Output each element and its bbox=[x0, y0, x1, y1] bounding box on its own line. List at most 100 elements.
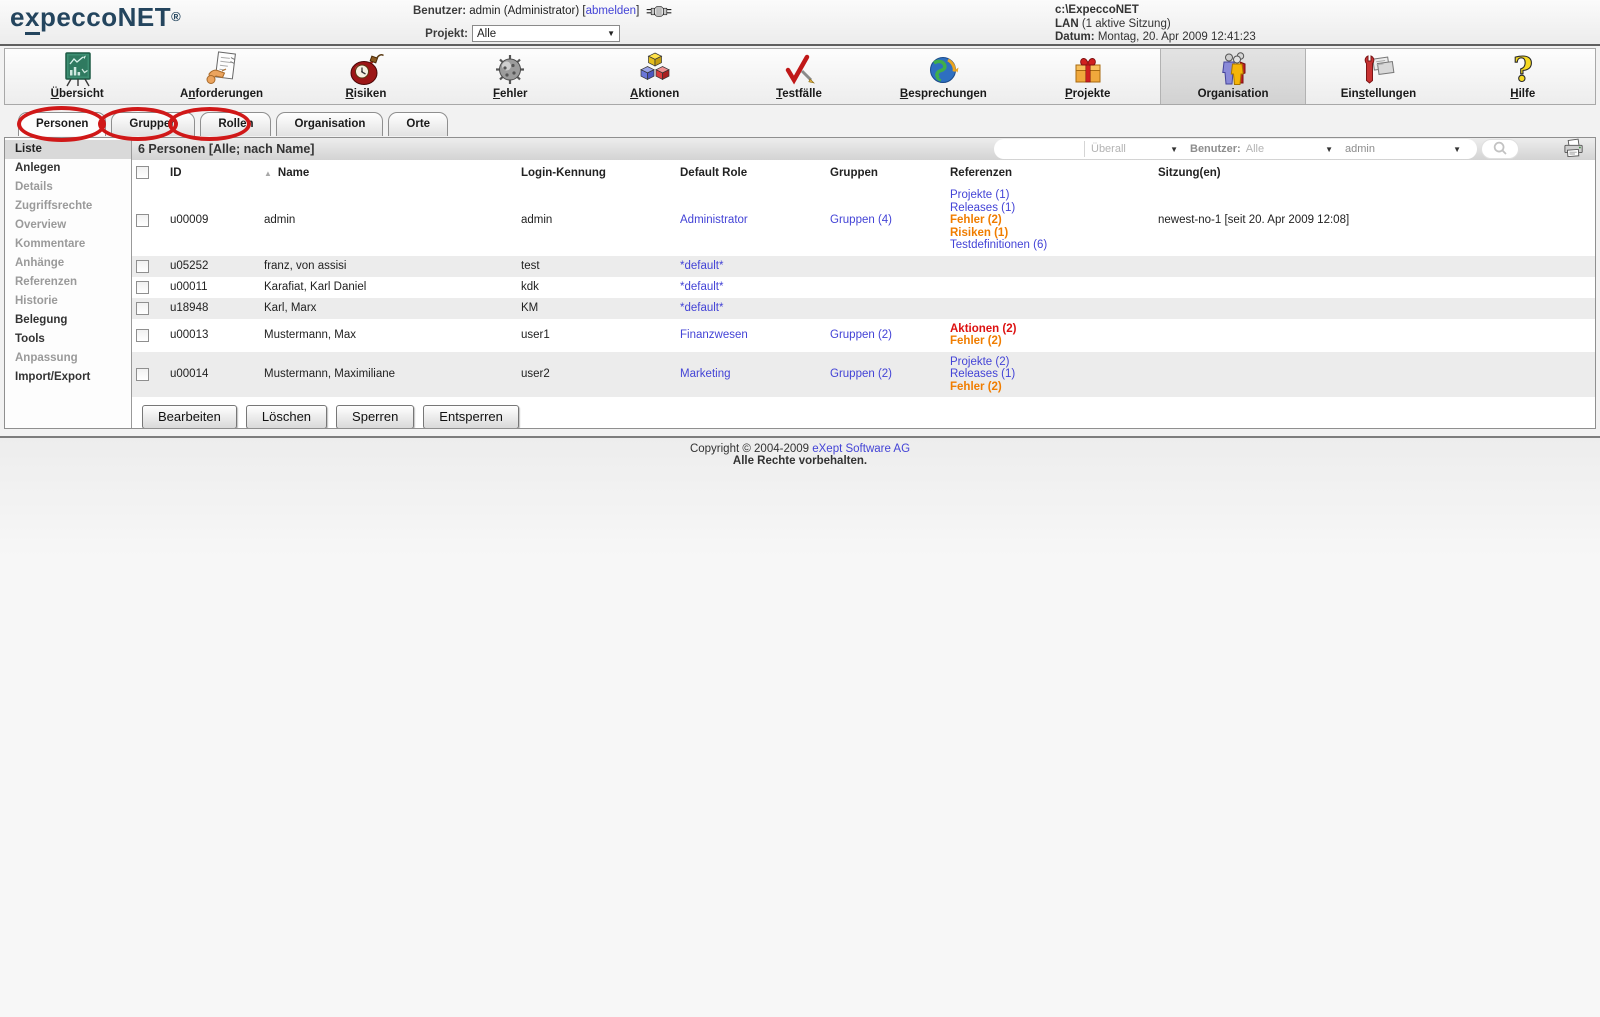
toolbar-item-ubersicht[interactable]: Übersicht bbox=[5, 49, 149, 104]
toolbar-item-label: Anforderungen bbox=[180, 88, 263, 100]
toolbar-item-label: Organisation bbox=[1198, 88, 1269, 100]
default-role-link[interactable]: Marketing bbox=[680, 368, 731, 380]
search-pill: Überall ▼ Benutzer: Alle ▼ admin ▼ bbox=[994, 139, 1477, 159]
sidebar-item-overview: Overview bbox=[5, 216, 131, 235]
reference-link[interactable]: Aktionen (2) bbox=[950, 323, 1150, 336]
cell-name: Mustermann, Maximiliane bbox=[260, 352, 517, 398]
default-role-link[interactable]: *default* bbox=[680, 260, 723, 272]
user-select[interactable]: admin ▼ bbox=[1339, 141, 1467, 157]
project-label: Projekt: bbox=[413, 28, 468, 40]
col-header-role[interactable]: Default Role bbox=[676, 160, 826, 185]
logout-link[interactable]: abmelden bbox=[586, 5, 637, 17]
default-role-link[interactable]: *default* bbox=[680, 281, 723, 293]
chevron-down-icon[interactable]: ▼ bbox=[1453, 145, 1461, 154]
chevron-down-icon[interactable]: ▼ bbox=[1325, 145, 1333, 154]
sidebar-item-anlegen[interactable]: Anlegen bbox=[5, 159, 131, 178]
cell-login: user2 bbox=[517, 352, 676, 398]
reference-link[interactable]: Fehler (2) bbox=[950, 381, 1150, 394]
row-checkbox[interactable] bbox=[136, 329, 149, 342]
tab-orte[interactable]: Orte bbox=[388, 112, 448, 136]
toolbar-item-anforderungen[interactable]: Anforderungen bbox=[149, 49, 293, 104]
tab-organisation[interactable]: Organisation bbox=[276, 112, 383, 136]
cell-id: u18948 bbox=[166, 298, 260, 319]
toolbar-item-fehler[interactable]: Fehler bbox=[438, 49, 582, 104]
col-header-id[interactable]: ID bbox=[166, 160, 260, 185]
tab-personen[interactable]: Personen bbox=[18, 112, 106, 136]
default-role-link[interactable]: Finanzwesen bbox=[680, 329, 748, 341]
toolbar-item-label: Hilfe bbox=[1510, 88, 1535, 100]
cubes-icon bbox=[635, 51, 675, 88]
sidebar-item-import-export[interactable]: Import/Export bbox=[5, 368, 131, 387]
toolbar-item-label: Projekte bbox=[1065, 88, 1110, 100]
toolbar-item-organisation[interactable]: Organisation bbox=[1160, 49, 1306, 104]
scope-select[interactable]: Überall ▼ bbox=[1084, 141, 1184, 157]
reference-link[interactable]: Releases (1) bbox=[950, 368, 1150, 381]
reference-link[interactable]: Testdefinitionen (6) bbox=[950, 239, 1150, 252]
default-role-link[interactable]: Administrator bbox=[680, 214, 748, 226]
cell-name: Karafiat, Karl Daniel bbox=[260, 277, 517, 298]
sidebar-item-belegung[interactable]: Belegung bbox=[5, 311, 131, 330]
row-checkbox[interactable] bbox=[136, 368, 149, 381]
sperren-button[interactable]: Sperren bbox=[336, 405, 414, 428]
cell-sitzung: newest-no-1 [seit 20. Apr 2009 12:08] bbox=[1154, 185, 1595, 256]
toolbar-item-aktionen[interactable]: Aktionen bbox=[582, 49, 726, 104]
cell-sitzung bbox=[1154, 298, 1595, 319]
table-row: u00011 Karafiat, Karl Daniel kdk *defaul… bbox=[132, 277, 1595, 298]
reference-link[interactable]: Fehler (2) bbox=[950, 335, 1150, 348]
toolbar-item-projekte[interactable]: Projekte bbox=[1016, 49, 1160, 104]
server-info: c:\ExpeccoNET LAN (1 aktive Sitzung) Dat… bbox=[1055, 4, 1256, 45]
sidebar-item-tools[interactable]: Tools bbox=[5, 330, 131, 349]
cell-referenzen bbox=[946, 256, 1154, 277]
loschen-button[interactable]: Löschen bbox=[246, 405, 327, 428]
tab-gruppen[interactable]: Gruppen bbox=[111, 112, 195, 136]
reference-link[interactable]: Risiken (1) bbox=[950, 227, 1150, 240]
gruppen-link[interactable]: Gruppen (4) bbox=[830, 214, 892, 226]
toolbar-item-besprechungen[interactable]: Besprechungen bbox=[871, 49, 1015, 104]
gift-icon bbox=[1068, 51, 1108, 88]
reference-link[interactable]: Projekte (2) bbox=[950, 356, 1150, 369]
benutzer-filter-select[interactable]: Benutzer: Alle ▼ bbox=[1184, 141, 1339, 157]
select-all-checkbox[interactable] bbox=[136, 166, 149, 179]
filter-bar: Überall ▼ Benutzer: Alle ▼ admin ▼ bbox=[994, 138, 1585, 161]
row-checkbox[interactable] bbox=[136, 214, 149, 227]
table-row: u05252 franz, von assisi test *default* bbox=[132, 256, 1595, 277]
chevron-down-icon[interactable]: ▼ bbox=[1170, 145, 1178, 154]
toolbar-item-label: Fehler bbox=[493, 88, 528, 100]
page: expeccoNET® Benutzer: admin (Administrat… bbox=[0, 0, 1600, 1017]
print-button[interactable] bbox=[1563, 138, 1585, 161]
project-select[interactable]: Alle ▼ bbox=[472, 25, 620, 42]
search-icon bbox=[1491, 140, 1509, 159]
gruppen-link[interactable]: Gruppen (2) bbox=[830, 368, 892, 380]
vendor-link[interactable]: eXept Software AG bbox=[812, 443, 910, 455]
row-checkbox[interactable] bbox=[136, 302, 149, 315]
col-header-referenzen[interactable]: Referenzen bbox=[946, 160, 1154, 185]
lan-status: LAN (1 aktive Sitzung) bbox=[1055, 18, 1256, 32]
reference-link[interactable]: Fehler (2) bbox=[950, 214, 1150, 227]
reference-link[interactable]: Projekte (1) bbox=[950, 189, 1150, 202]
chart-icon bbox=[57, 51, 97, 88]
sidebar-item-details: Details bbox=[5, 178, 131, 197]
search-input[interactable] bbox=[1006, 141, 1084, 157]
entsperren-button[interactable]: Entsperren bbox=[423, 405, 519, 428]
toolbar: Übersicht Anforderungen Risiken Fehler Aktio… bbox=[4, 48, 1596, 105]
table-row: u00013 Mustermann, Max user1 Finanzwesen… bbox=[132, 319, 1595, 352]
col-header-login[interactable]: Login-Kennung bbox=[517, 160, 676, 185]
toolbar-item-hilfe[interactable]: ?Hilfe bbox=[1451, 49, 1595, 104]
gruppen-link[interactable]: Gruppen (2) bbox=[830, 329, 892, 341]
default-role-link[interactable]: *default* bbox=[680, 302, 723, 314]
col-header-gruppen[interactable]: Gruppen bbox=[826, 160, 946, 185]
col-header-sitzung[interactable]: Sitzung(en) bbox=[1154, 160, 1595, 185]
row-checkbox[interactable] bbox=[136, 281, 149, 294]
cell-login: test bbox=[517, 256, 676, 277]
tab-rollen[interactable]: Rollen bbox=[200, 112, 271, 136]
search-button[interactable] bbox=[1481, 139, 1519, 159]
printer-icon bbox=[1563, 138, 1585, 161]
bearbeiten-button[interactable]: Bearbeiten bbox=[142, 405, 237, 428]
sidebar-item-liste[interactable]: Liste bbox=[5, 140, 131, 159]
col-header-name[interactable]: ▲Name bbox=[260, 160, 517, 185]
reference-link[interactable]: Releases (1) bbox=[950, 202, 1150, 215]
row-checkbox[interactable] bbox=[136, 260, 149, 273]
toolbar-item-einstellungen[interactable]: Einstellungen bbox=[1306, 49, 1450, 104]
toolbar-item-testfalle[interactable]: Testfälle bbox=[727, 49, 871, 104]
toolbar-item-risiken[interactable]: Risiken bbox=[294, 49, 438, 104]
